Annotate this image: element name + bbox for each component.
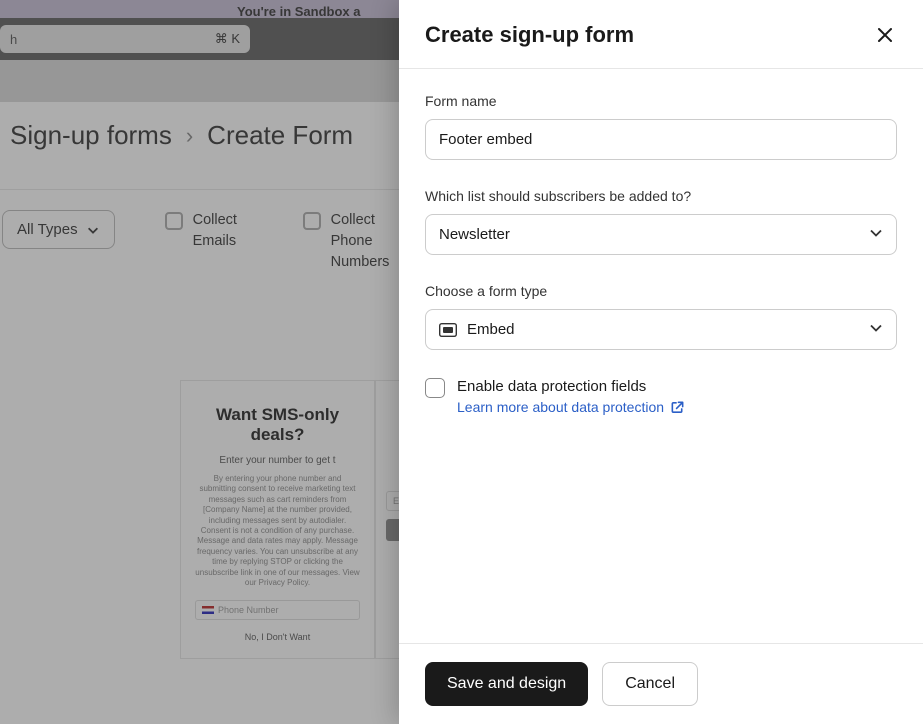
learn-more-text: Learn more about data protection bbox=[457, 399, 664, 415]
list-select-value: Newsletter bbox=[439, 226, 510, 243]
form-name-input[interactable] bbox=[425, 119, 897, 160]
create-form-drawer: Create sign-up form Form name Which list… bbox=[399, 0, 923, 724]
form-type-value: Embed bbox=[467, 321, 515, 338]
form-type-select[interactable]: Embed bbox=[425, 309, 897, 350]
data-protection-field: Enable data protection fields Learn more… bbox=[425, 378, 897, 417]
external-link-icon bbox=[670, 400, 685, 415]
form-name-label: Form name bbox=[425, 93, 897, 109]
list-field: Which list should subscribers be added t… bbox=[425, 188, 897, 255]
data-protection-checkbox[interactable] bbox=[425, 378, 445, 398]
drawer-footer: Save and design Cancel bbox=[399, 643, 923, 724]
drawer-body: Form name Which list should subscribers … bbox=[399, 69, 923, 643]
list-select[interactable]: Newsletter bbox=[425, 214, 897, 255]
close-button[interactable] bbox=[873, 23, 897, 47]
drawer-header: Create sign-up form bbox=[399, 0, 923, 69]
data-protection-label: Enable data protection fields bbox=[457, 378, 897, 395]
form-type-label: Choose a form type bbox=[425, 283, 897, 299]
list-label: Which list should subscribers be added t… bbox=[425, 188, 897, 204]
embed-icon bbox=[439, 323, 457, 337]
form-name-field: Form name bbox=[425, 93, 897, 160]
drawer-title: Create sign-up form bbox=[425, 22, 634, 48]
form-type-field: Choose a form type Embed bbox=[425, 283, 897, 350]
close-icon bbox=[875, 25, 895, 45]
cancel-button[interactable]: Cancel bbox=[602, 662, 698, 706]
save-and-design-button[interactable]: Save and design bbox=[425, 662, 588, 706]
learn-more-link[interactable]: Learn more about data protection bbox=[457, 399, 685, 415]
